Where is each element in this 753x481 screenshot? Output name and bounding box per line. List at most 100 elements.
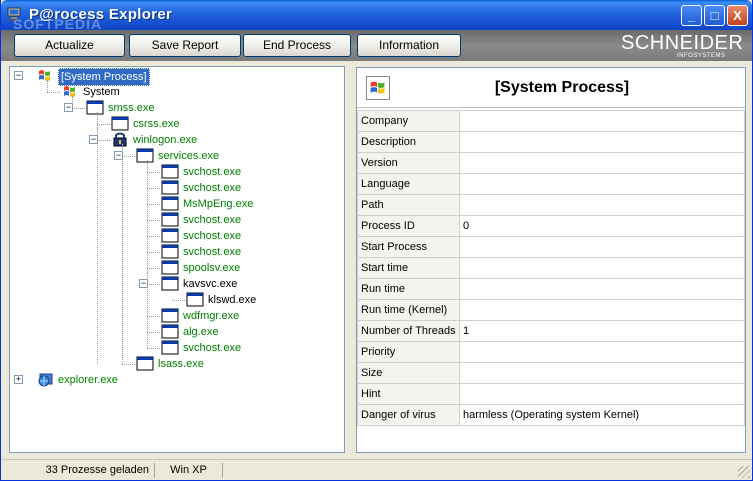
- tree-node-label: svchost.exe: [183, 182, 242, 194]
- tree-connector: [147, 204, 160, 205]
- tree-node-label: svchost.exe: [183, 166, 242, 178]
- property-row: Hint: [357, 383, 745, 405]
- toolbar: Actualize Save Report End Process Inform…: [1, 30, 752, 61]
- title-bar[interactable]: P@rocess Explorer SOFTPEDIA _ □ X: [1, 0, 752, 32]
- tree-connector: [47, 80, 48, 92]
- property-row: Run time (Kernel): [357, 299, 745, 321]
- tree-connector: [147, 348, 160, 349]
- process-details: [System Process] Company Description Versi…: [356, 67, 746, 453]
- status-bar: 33 Prozesse geladen Win XP: [1, 459, 752, 480]
- tree-connector: [72, 108, 85, 109]
- minimize-button[interactable]: _: [681, 5, 702, 26]
- property-row: Process ID 0: [357, 215, 745, 237]
- window-app-icon: [161, 228, 179, 243]
- property-value: [459, 362, 745, 384]
- tree-connector: [97, 124, 110, 125]
- status-process-count: 33 Prozesse geladen: [3, 463, 155, 478]
- resize-grip[interactable]: [738, 466, 750, 478]
- tree-connector: [147, 272, 148, 300]
- tree-node-label: svchost.exe: [183, 214, 242, 226]
- close-icon: X: [733, 8, 742, 23]
- property-row: Language: [357, 173, 745, 195]
- process-tree[interactable]: [System Process] − System smss.exe − csrss.ex…: [9, 66, 345, 453]
- property-value: [459, 299, 745, 321]
- properties-table: Company Description Version Language Path Pro…: [357, 110, 745, 426]
- tree-connector: [147, 172, 160, 173]
- close-button[interactable]: X: [727, 5, 748, 26]
- property-value: [459, 131, 745, 153]
- property-key: Run time: [357, 278, 460, 300]
- tree-connector: [122, 144, 123, 364]
- tree-node-label: MsMpEng.exe: [183, 198, 254, 210]
- window-app-icon: [161, 324, 179, 339]
- property-key: Path: [357, 194, 460, 216]
- window-app-icon: [161, 196, 179, 211]
- tree-node-label: svchost.exe: [183, 342, 242, 354]
- details-header: [System Process]: [357, 68, 745, 108]
- tree-connector: [147, 160, 148, 348]
- property-key: Language: [357, 173, 460, 195]
- maximize-button[interactable]: □: [704, 5, 725, 26]
- details-title: [System Process]: [494, 79, 630, 96]
- status-os: Win XP: [155, 463, 223, 478]
- end-process-button[interactable]: End Process: [243, 34, 351, 57]
- window-app-icon: [86, 100, 104, 115]
- window-app-icon: [161, 308, 179, 323]
- maximize-icon: □: [710, 8, 719, 23]
- tree-node-label: services.exe: [158, 150, 220, 162]
- window-app-icon: [161, 260, 179, 275]
- property-row: Company: [357, 110, 745, 132]
- property-key: Description: [357, 131, 460, 153]
- tree-node-label: csrss.exe: [133, 118, 180, 130]
- minimize-icon: _: [687, 8, 696, 23]
- windows-flag-icon: [39, 70, 50, 81]
- property-row: Start time: [357, 257, 745, 279]
- property-value: [459, 383, 745, 405]
- window-app-icon: [161, 212, 179, 227]
- tree-connector: [122, 156, 135, 157]
- property-value: [459, 341, 745, 363]
- window-app-icon: [111, 116, 129, 131]
- save-report-button[interactable]: Save Report: [129, 34, 241, 57]
- windows-flag-icon: [366, 76, 390, 100]
- window-app-icon: [136, 356, 154, 371]
- tree-connector: [147, 284, 160, 285]
- property-value: [459, 236, 745, 258]
- window-app-icon: [161, 340, 179, 355]
- tree-connector: [122, 364, 135, 365]
- property-value: [459, 257, 745, 279]
- expand-icon[interactable]: +: [14, 375, 23, 384]
- tree-connector: [147, 236, 160, 237]
- tree-node-label: svchost.exe: [183, 230, 242, 242]
- property-key: Size: [357, 362, 460, 384]
- property-value: [459, 152, 745, 174]
- tree-node-label: spoolsv.exe: [183, 262, 241, 274]
- information-button[interactable]: Information: [357, 34, 461, 57]
- property-key: Start Process: [357, 236, 460, 258]
- tree-connector: [97, 128, 98, 140]
- property-row: Priority: [357, 341, 745, 363]
- property-key: Danger of virus: [357, 404, 460, 426]
- property-value: [459, 173, 745, 195]
- actualize-button[interactable]: Actualize: [14, 34, 125, 57]
- property-row: Run time: [357, 278, 745, 300]
- tree-connector: [97, 140, 110, 141]
- tree-connector: [172, 300, 185, 301]
- tree-node-label: winlogon.exe: [133, 134, 198, 146]
- tree-connector: [147, 332, 160, 333]
- tree-node-label: explorer.exe: [58, 374, 118, 386]
- window-app-icon: [161, 276, 179, 291]
- tree-node-label: lsass.exe: [158, 358, 204, 370]
- tree-connector: [147, 220, 160, 221]
- tree-connector: [47, 92, 60, 93]
- property-row: Path: [357, 194, 745, 216]
- property-row: Start Process: [357, 236, 745, 258]
- property-row: Danger of virus harmless (Operating syste…: [357, 404, 745, 426]
- collapse-icon[interactable]: −: [14, 71, 23, 80]
- property-row: Size: [357, 362, 745, 384]
- property-key: Company: [357, 110, 460, 132]
- property-value: 0: [459, 215, 745, 237]
- tree-connector: [147, 268, 160, 269]
- tree-node-label: smss.exe: [108, 102, 155, 114]
- property-row: Number of Threads 1: [357, 320, 745, 342]
